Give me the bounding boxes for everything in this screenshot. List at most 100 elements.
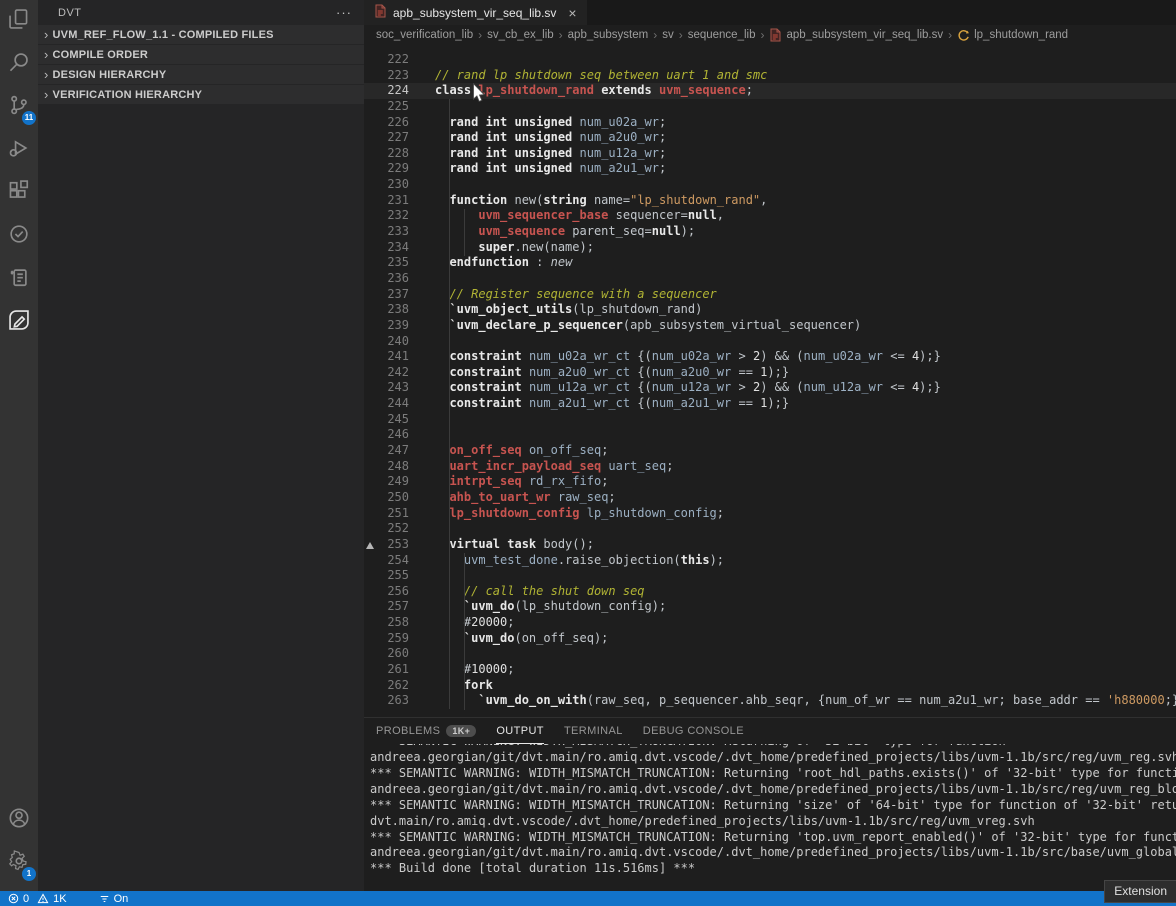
breadcrumb-separator: ›: [760, 28, 764, 42]
breadcrumb-item[interactable]: sv_cb_ex_lib: [487, 29, 553, 41]
panel-tab-debug-console[interactable]: DEBUG CONSOLE: [643, 718, 744, 744]
filter-toggle[interactable]: On: [99, 893, 129, 905]
line-text: // Register sequence with a sequencer: [435, 287, 717, 303]
breadcrumb-item[interactable]: apb_subsystem_vir_seq_lib.sv: [769, 28, 943, 42]
code-line-237[interactable]: 237 // Register sequence with a sequence…: [364, 287, 1176, 303]
line-number: 233: [364, 224, 409, 240]
code-line-256[interactable]: 256 // call the shut down seq: [364, 584, 1176, 600]
panel-tab-label: OUTPUT: [496, 725, 544, 737]
code-line-228[interactable]: 228 rand int unsigned num_u12a_wr;: [364, 146, 1176, 162]
code-line-233[interactable]: 233 uvm_sequence parent_seq=null);: [364, 224, 1176, 240]
activity-bar-item-account[interactable]: [0, 799, 38, 842]
code-line-262[interactable]: 262 fork: [364, 678, 1176, 694]
extension-button[interactable]: Extension: [1104, 880, 1176, 903]
breadcrumb-item[interactable]: soc_verification_lib: [376, 29, 473, 41]
indent-guide: [449, 99, 450, 709]
sidebar-section-uvm-ref-flow-1-1-compiled-files[interactable]: ›UVM_REF_FLOW_1.1 - COMPILED FILES: [38, 25, 364, 44]
code-line-263[interactable]: 263 `uvm_do_on_with(raw_seq, p_sequencer…: [364, 693, 1176, 709]
code-line-246[interactable]: 246: [364, 427, 1176, 443]
verification-seal-icon: [8, 223, 30, 250]
code-line-224[interactable]: 224class lp_shutdown_rand extends uvm_se…: [364, 83, 1176, 99]
code-line-261[interactable]: 261 #10000;: [364, 662, 1176, 678]
panel-tab-terminal[interactable]: TERMINAL: [564, 718, 623, 744]
code-line-227[interactable]: 227 rand int unsigned num_a2u0_wr;: [364, 130, 1176, 146]
code-line-247[interactable]: 247 on_off_seq on_off_seq;: [364, 443, 1176, 459]
close-icon[interactable]: ×: [568, 5, 576, 21]
code-line-241[interactable]: 241 constraint num_u02a_wr_ct {(num_u02a…: [364, 349, 1176, 365]
breadcrumb-item[interactable]: apb_subsystem: [568, 29, 649, 41]
problems-status[interactable]: 0 1K: [8, 893, 67, 905]
line-number: 241: [364, 349, 409, 365]
line-number: 223: [364, 68, 409, 84]
more-actions-icon[interactable]: ···: [336, 5, 352, 20]
code-line-230[interactable]: 230: [364, 177, 1176, 193]
code-line-240[interactable]: 240: [364, 334, 1176, 350]
error-icon: [8, 893, 19, 904]
sidebar-section-verification-hierarchy[interactable]: ›VERIFICATION HIERARCHY: [38, 85, 364, 104]
code-line-244[interactable]: 244 constraint num_a2u1_wr_ct {(num_a2u1…: [364, 396, 1176, 412]
breadcrumb-item[interactable]: lp_shutdown_rand: [957, 29, 1068, 42]
panel-tab-label: PROBLEMS: [376, 725, 440, 737]
breadcrumb-label: apb_subsystem_vir_seq_lib.sv: [786, 29, 943, 41]
code-line-258[interactable]: 258 #20000;: [364, 615, 1176, 631]
code-line-243[interactable]: 243 constraint num_u12a_wr_ct {(num_u12a…: [364, 380, 1176, 396]
code-line-257[interactable]: 257 `uvm_do(lp_shutdown_config);: [364, 599, 1176, 615]
code-line-235[interactable]: 235 endfunction : new: [364, 255, 1176, 271]
line-text: endfunction : new: [435, 255, 572, 271]
panel-tab-output[interactable]: OUTPUT: [496, 718, 544, 744]
activity-bar-item-source-control[interactable]: 11: [0, 86, 38, 129]
output-console[interactable]: *** SEMANTIC WARNING: WIDTH_MISMATCH_TRU…: [364, 744, 1176, 891]
code-line-236[interactable]: 236: [364, 271, 1176, 287]
indent-guide: [464, 209, 465, 256]
code-line-225[interactable]: 225: [364, 99, 1176, 115]
line-text: #20000;: [435, 615, 514, 631]
code-line-234[interactable]: 234 super.new(name);: [364, 240, 1176, 256]
code-line-249[interactable]: 249 intrpt_seq rd_rx_fifo;: [364, 474, 1176, 490]
code-line-231[interactable]: 231 function new(string name="lp_shutdow…: [364, 193, 1176, 209]
breadcrumb-item[interactable]: sv: [662, 29, 674, 41]
line-text: rand int unsigned num_u02a_wr;: [435, 115, 666, 131]
activity-bar-item-requirements[interactable]: [0, 258, 38, 301]
code-line-222[interactable]: 222: [364, 52, 1176, 68]
code-line-242[interactable]: 242 constraint num_a2u0_wr_ct {(num_a2u0…: [364, 365, 1176, 381]
activity-bar-item-dvt-pencil[interactable]: [0, 301, 38, 344]
line-number: 246: [364, 427, 409, 443]
code-line-260[interactable]: 260: [364, 646, 1176, 662]
line-text: uvm_sequence parent_seq=null);: [435, 224, 695, 240]
code-line-255[interactable]: 255: [364, 568, 1176, 584]
activity-bar-item-settings-gear[interactable]: 1: [0, 842, 38, 885]
code-line-245[interactable]: 245: [364, 412, 1176, 428]
activity-bar-item-verification-seal[interactable]: [0, 215, 38, 258]
activity-bar-item-extensions[interactable]: [0, 172, 38, 215]
code-line-253[interactable]: 253 virtual task body();: [364, 537, 1176, 553]
breadcrumb-label: sequence_lib: [688, 29, 756, 41]
code-line-250[interactable]: 250 ahb_to_uart_wr raw_seq;: [364, 490, 1176, 506]
activity-bar-item-explorer[interactable]: [0, 0, 38, 43]
code-editor[interactable]: 222223// rand lp shutdown seq between ua…: [364, 45, 1176, 717]
code-line-226[interactable]: 226 rand int unsigned num_u02a_wr;: [364, 115, 1176, 131]
sidebar-section-design-hierarchy[interactable]: ›DESIGN HIERARCHY: [38, 65, 364, 84]
output-line: dvt.main/ro.amiq.dvt.vscode/.dvt_home/pr…: [370, 814, 1176, 830]
code-line-229[interactable]: 229 rand int unsigned num_a2u1_wr;: [364, 161, 1176, 177]
code-line-252[interactable]: 252: [364, 521, 1176, 537]
code-line-259[interactable]: 259 `uvm_do(on_off_seq);: [364, 631, 1176, 647]
activity-bar-item-search[interactable]: [0, 43, 38, 86]
code-line-251[interactable]: 251 lp_shutdown_config lp_shutdown_confi…: [364, 506, 1176, 522]
code-line-223[interactable]: 223// rand lp shutdown seq between uart …: [364, 68, 1176, 84]
code-line-254[interactable]: 254 uvm_test_done.raise_objection(this);: [364, 553, 1176, 569]
tab-apb-subsystem-vir-seq-lib[interactable]: apb_subsystem_vir_seq_lib.sv ×: [364, 0, 587, 25]
code-line-239[interactable]: 239 `uvm_declare_p_sequencer(apb_subsyst…: [364, 318, 1176, 334]
breadcrumb: soc_verification_lib›sv_cb_ex_lib›apb_su…: [364, 25, 1176, 45]
line-number: 242: [364, 365, 409, 381]
extension-button-label: Extension: [1114, 884, 1167, 898]
activity-bar-item-run-debug[interactable]: [0, 129, 38, 172]
code-line-248[interactable]: 248 uart_incr_payload_seq uart_seq;: [364, 459, 1176, 475]
code-line-232[interactable]: 232 uvm_sequencer_base sequencer=null,: [364, 208, 1176, 224]
sidebar-section-compile-order[interactable]: ›COMPILE ORDER: [38, 45, 364, 64]
line-number: 224: [364, 83, 409, 99]
chevron-right-icon: ›: [44, 67, 49, 82]
line-text: constraint num_u12a_wr_ct {(num_u12a_wr …: [435, 380, 941, 396]
code-line-238[interactable]: 238 `uvm_object_utils(lp_shutdown_rand): [364, 302, 1176, 318]
breadcrumb-item[interactable]: sequence_lib: [688, 29, 756, 41]
panel-tab-problems[interactable]: PROBLEMS1K+: [376, 718, 476, 744]
